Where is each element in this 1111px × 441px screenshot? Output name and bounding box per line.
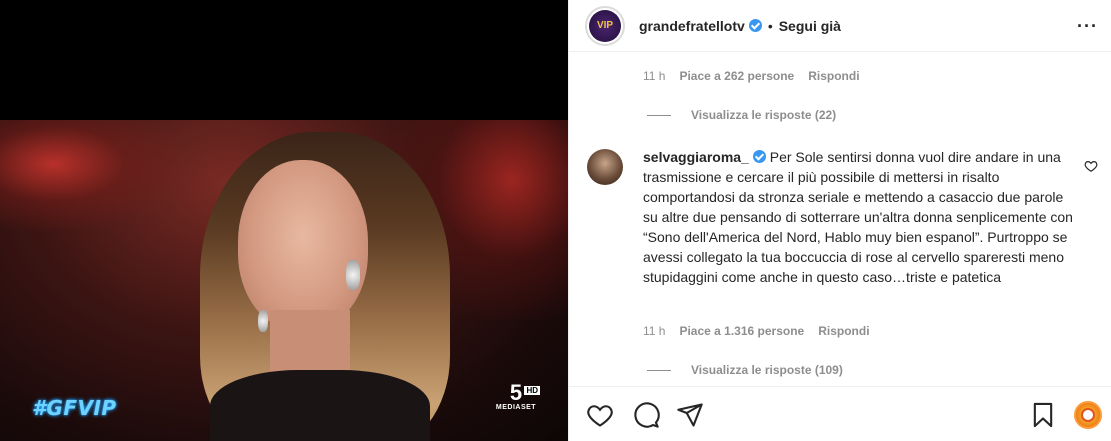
reply-button[interactable]: Rispondi: [808, 69, 859, 83]
divider-line: [647, 369, 671, 371]
person-face: [238, 160, 368, 330]
comment-meta: 11 h Piace a 1.316 persone Rispondi: [643, 324, 870, 338]
account-username[interactable]: grandefratellotv: [639, 18, 745, 34]
separator-dot: •: [767, 17, 773, 34]
post-header: VIP grandefratellotv • Segui già ···: [569, 0, 1111, 52]
comment-bubble-icon[interactable]: [632, 401, 660, 429]
like-heart-icon[interactable]: [586, 401, 614, 429]
download-extension-icon-center: [1081, 408, 1095, 422]
comment-likes[interactable]: Piace a 262 persone: [679, 69, 794, 83]
view-replies-button[interactable]: Visualizza le risposte (109): [647, 363, 843, 377]
background-light: [0, 120, 180, 230]
comment-item: selvaggiaroma_ Per Sole sentirsi donna v…: [587, 147, 1077, 287]
comment-time[interactable]: 11 h: [643, 324, 665, 338]
channel-hd-badge: HD: [524, 386, 540, 395]
reply-button[interactable]: Rispondi: [818, 324, 869, 338]
account-avatar-image: VIP: [589, 9, 621, 42]
comment-meta: 11 h Piace a 262 persone Rispondi: [643, 69, 860, 83]
post-side-panel: VIP grandefratellotv • Segui già ··· 11 …: [568, 0, 1111, 441]
person-clothing: [210, 370, 430, 441]
comment-time[interactable]: 11 h: [643, 69, 665, 83]
share-paper-plane-icon[interactable]: [676, 401, 704, 429]
comment-likes[interactable]: Piace a 1.316 persone: [679, 324, 804, 338]
earring: [258, 310, 268, 332]
commenter-username[interactable]: selvaggiaroma_: [643, 149, 749, 165]
comments-list[interactable]: 11 h Piace a 262 persone Rispondi Visual…: [569, 53, 1111, 385]
view-replies-button[interactable]: Visualizza le risposte (22): [647, 108, 836, 122]
verified-badge-icon: [748, 19, 762, 32]
commenter-avatar[interactable]: [587, 149, 623, 185]
account-avatar[interactable]: VIP: [585, 5, 625, 46]
channel-brand: MEDIASET: [495, 404, 537, 411]
save-bookmark-icon[interactable]: [1029, 401, 1057, 429]
download-extension-icon[interactable]: [1074, 401, 1102, 429]
channel-logo: 5 HD MEDIASET: [488, 382, 544, 422]
follow-button[interactable]: Segui già: [779, 18, 841, 34]
verified-badge-icon: [752, 150, 766, 163]
tv-hashtag-overlay: #GFVIP: [32, 396, 117, 420]
video-frame[interactable]: #GFVIP 5 HD MEDIASET: [0, 120, 568, 441]
comment-text: Per Sole sentirsi donna vuol dire andare…: [643, 149, 1073, 285]
earring: [346, 260, 360, 290]
view-replies-label: Visualizza le risposte (22): [691, 108, 837, 122]
view-replies-label: Visualizza le risposte (109): [691, 363, 843, 377]
action-bar: [569, 386, 1111, 441]
post-media[interactable]: #GFVIP 5 HD MEDIASET: [0, 0, 568, 441]
comment-body: selvaggiaroma_ Per Sole sentirsi donna v…: [643, 147, 1077, 287]
divider-line: [647, 114, 671, 116]
more-options-icon[interactable]: ···: [1077, 16, 1098, 37]
like-comment-heart-icon[interactable]: [1084, 159, 1098, 173]
